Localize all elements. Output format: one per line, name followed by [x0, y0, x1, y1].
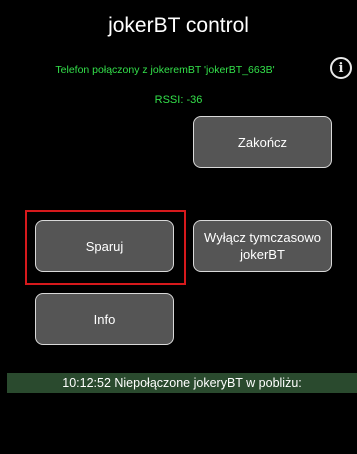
- finish-button-label: Zakończ: [237, 134, 288, 150]
- rssi-readout: RSSI: -36: [154, 94, 203, 106]
- info-icon[interactable]: i: [330, 57, 352, 79]
- app-title: jokerBT control: [108, 14, 249, 37]
- info-button[interactable]: Info: [35, 293, 174, 345]
- finish-button[interactable]: Zakończ: [193, 116, 332, 168]
- pair-button-label: Sparuj: [85, 238, 124, 254]
- log-status-bar: 10:12:52 Niepołączone jokeryBT w pobliżu…: [7, 373, 357, 393]
- app-screen: jokerBT control Telefon połączony z joke…: [0, 0, 357, 454]
- pair-button[interactable]: Sparuj: [35, 220, 174, 272]
- connection-status: Telefon połączony z jokeremBT 'jokerBT_6…: [55, 64, 275, 76]
- disable-button-line1: Wyłącz tymczasowo: [204, 230, 321, 245]
- disable-temporarily-button[interactable]: Wyłącz tymczasowo jokerBT: [193, 220, 332, 272]
- info-icon-glyph: i: [338, 60, 344, 76]
- info-button-label: Info: [93, 311, 116, 327]
- disable-button-label: Wyłącz tymczasowo jokerBT: [204, 229, 321, 263]
- disable-button-line2: jokerBT: [240, 247, 285, 262]
